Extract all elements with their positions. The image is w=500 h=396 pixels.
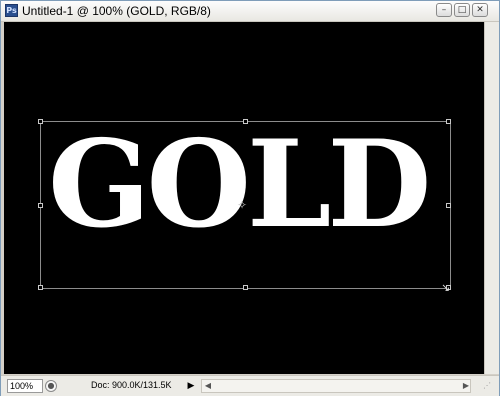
transform-handle-top-right[interactable] — [446, 119, 451, 124]
transform-center-icon[interactable]: ✧ — [237, 199, 247, 211]
scroll-left-icon[interactable]: ◀ — [201, 379, 215, 393]
close-button[interactable]: ✕ — [472, 3, 488, 17]
app-icon: Ps — [5, 4, 18, 17]
scroll-right-icon[interactable]: ▶ — [459, 379, 473, 393]
minimize-button[interactable]: – — [436, 3, 452, 17]
window-title: Untitled-1 @ 100% (GOLD, RGB/8) — [22, 4, 211, 18]
status-bar: 100% ● Doc: 900.0K/131.5K ▶ ◀ ▶ ⋰ — [1, 375, 499, 396]
transform-handle-bottom-center[interactable] — [243, 285, 248, 290]
scale-cursor-icon: ↘ — [441, 281, 451, 294]
transform-handle-top-left[interactable] — [38, 119, 43, 124]
status-info-icon[interactable]: ● — [45, 380, 57, 392]
transform-handle-middle-right[interactable] — [446, 203, 451, 208]
status-menu-arrow-icon[interactable]: ▶ — [186, 379, 196, 393]
document-size-readout: Doc: 900.0K/131.5K — [91, 380, 172, 390]
zoom-field[interactable]: 100% — [7, 379, 43, 393]
transform-handle-middle-left[interactable] — [38, 203, 43, 208]
document-canvas[interactable]: GOLD ✧ ↘ — [4, 22, 497, 374]
vertical-scrollbar[interactable] — [484, 22, 499, 374]
restore-button[interactable]: □ — [454, 3, 470, 17]
document-window: Ps Untitled-1 @ 100% (GOLD, RGB/8) – □ ✕… — [0, 0, 500, 396]
horizontal-scrollbar[interactable] — [201, 379, 471, 393]
transform-handle-bottom-left[interactable] — [38, 285, 43, 290]
title-bar[interactable]: Ps Untitled-1 @ 100% (GOLD, RGB/8) – □ ✕ — [1, 1, 499, 22]
transform-handle-top-center[interactable] — [243, 119, 248, 124]
resize-grip-icon[interactable]: ⋰ — [483, 380, 495, 392]
